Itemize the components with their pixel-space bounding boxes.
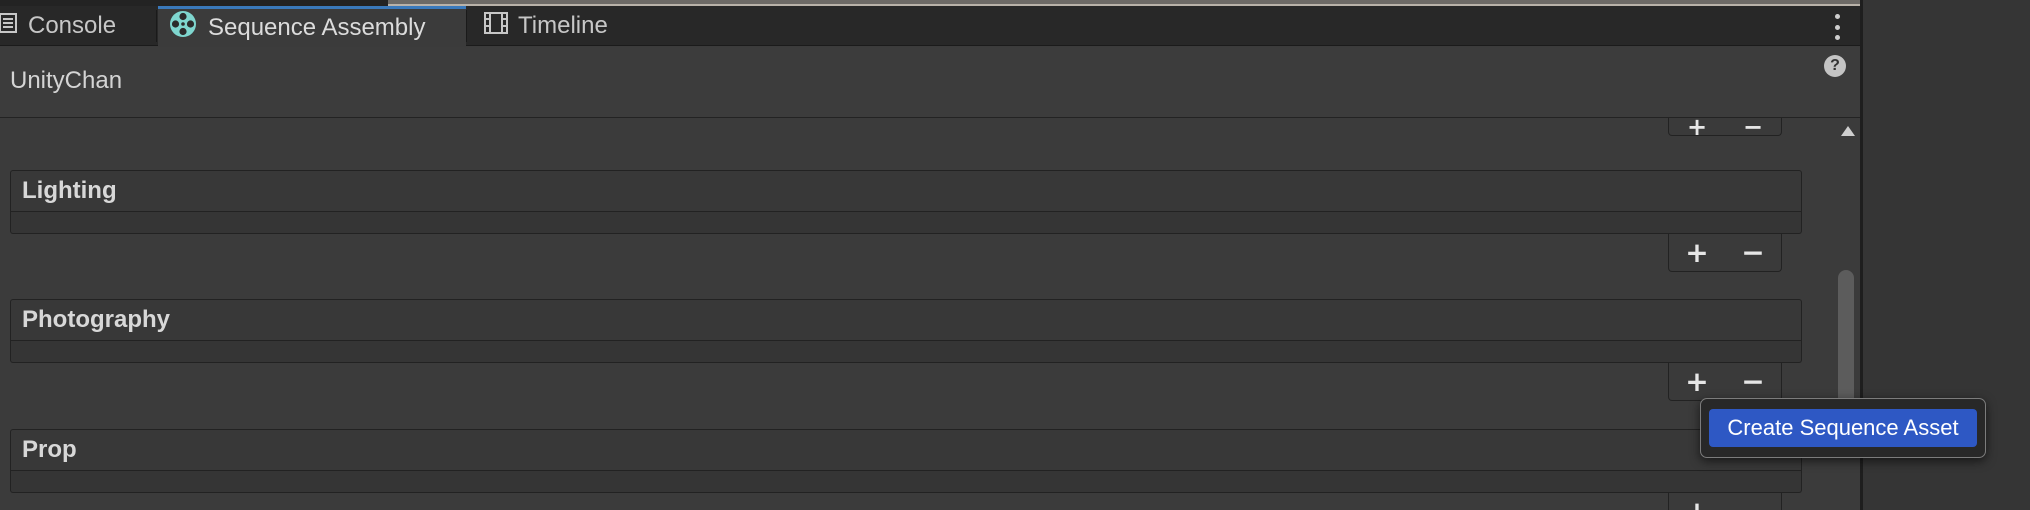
group-header-photography[interactable]: Photography — [10, 299, 1802, 341]
list-add-remove: + − — [1668, 493, 1782, 510]
tab-sequence-assembly[interactable]: Sequence Assembly — [158, 6, 466, 46]
list-add-remove: + − — [1668, 118, 1782, 139]
remove-button[interactable]: − — [1725, 234, 1781, 271]
sequence-content: + − Lighting + − Photography + − Prop + … — [0, 118, 1836, 510]
tab-sequence-assembly-label: Sequence Assembly — [208, 13, 426, 41]
add-button[interactable]: + — [1669, 363, 1725, 400]
add-button[interactable]: + — [1669, 234, 1725, 271]
asset-name-label: UnityChan — [10, 67, 123, 94]
remove-button[interactable]: − — [1725, 118, 1781, 139]
tab-bar: Console Sequence Assembly Timeline — [0, 6, 1860, 46]
create-sequence-asset-button[interactable]: Create Sequence Asset — [1709, 409, 1977, 447]
help-icon[interactable]: ? — [1824, 55, 1846, 77]
console-icon — [0, 12, 18, 40]
sequence-header: UnityChan ? — [0, 47, 1860, 118]
film-reel-icon — [168, 9, 198, 46]
tab-timeline[interactable]: Timeline — [484, 6, 644, 46]
add-button[interactable]: + — [1669, 118, 1725, 139]
timeline-icon — [484, 11, 508, 41]
group-title: Prop — [22, 436, 77, 463]
list-add-remove: + − — [1668, 234, 1782, 272]
tab-divider — [466, 10, 467, 42]
remove-button[interactable]: − — [1725, 493, 1781, 510]
tab-console[interactable]: Console — [0, 6, 156, 46]
list-add-remove: + − — [1668, 363, 1782, 401]
group-list-photography — [10, 341, 1802, 363]
tab-divider — [156, 10, 157, 42]
more-options-icon[interactable] — [1832, 14, 1842, 40]
create-asset-popup: Create Sequence Asset — [1700, 398, 1986, 458]
group-list-lighting — [10, 212, 1802, 234]
group-header-lighting[interactable]: Lighting — [10, 170, 1802, 212]
group-header-prop[interactable]: Prop — [10, 429, 1802, 471]
group-list-prop — [10, 471, 1802, 493]
tab-console-label: Console — [28, 12, 117, 39]
tab-timeline-label: Timeline — [518, 12, 608, 39]
add-button[interactable]: + — [1669, 493, 1725, 510]
remove-button[interactable]: − — [1725, 363, 1781, 400]
scroll-up-arrow-icon[interactable] — [1841, 126, 1855, 136]
group-title: Photography — [22, 306, 170, 333]
group-title: Lighting — [22, 177, 117, 204]
